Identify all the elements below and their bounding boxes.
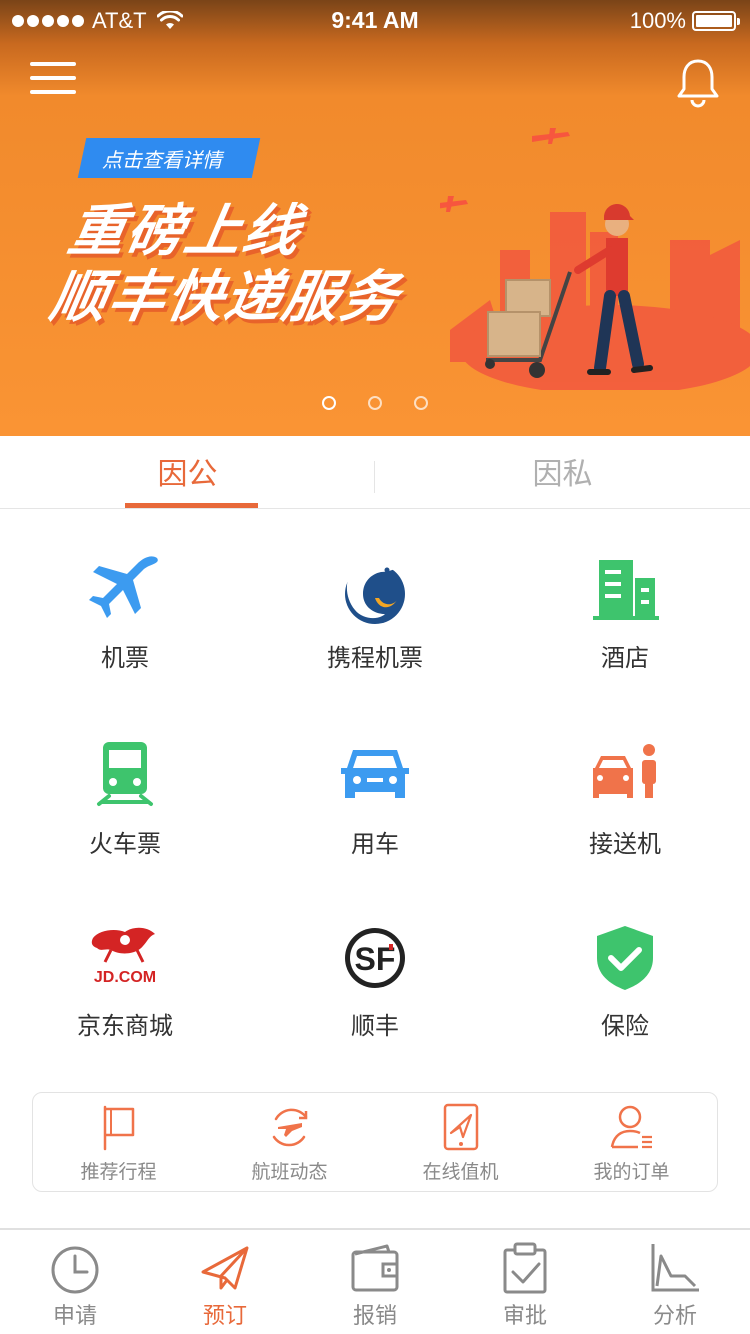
service-label: 酒店 bbox=[601, 644, 649, 672]
my-orders-icon bbox=[610, 1105, 652, 1149]
tab-business[interactable]: 因公 bbox=[0, 436, 375, 508]
service-label: 机票 bbox=[101, 644, 149, 672]
active-tab-indicator bbox=[125, 503, 258, 508]
shield-check-icon bbox=[597, 926, 653, 990]
service-hotel[interactable]: 酒店 bbox=[500, 552, 750, 712]
battery-percent: 100% bbox=[629, 8, 686, 33]
clipboard-check-icon bbox=[503, 1242, 547, 1294]
service-jd[interactable]: JD.COM 京东商城 bbox=[0, 922, 250, 1082]
quick-flight-status[interactable]: 航班动态 bbox=[204, 1093, 375, 1193]
status-bar: AT&T 9:41 AM 100% bbox=[0, 0, 750, 40]
service-label: 京东商城 bbox=[77, 1012, 173, 1040]
chart-icon bbox=[651, 1244, 699, 1292]
quick-actions-bar: 推荐行程 航班动态 在线值机 我的订单 bbox=[32, 1092, 718, 1192]
quick-label: 在线值机 bbox=[422, 1161, 499, 1183]
online-checkin-icon bbox=[443, 1103, 479, 1151]
tab-book[interactable]: 预订 bbox=[150, 1230, 300, 1334]
service-label: 顺丰 bbox=[351, 1012, 399, 1040]
pagination-dot[interactable] bbox=[368, 396, 382, 410]
notification-bell-icon[interactable] bbox=[674, 57, 722, 109]
car-icon bbox=[341, 750, 409, 798]
tab-label: 分析 bbox=[652, 1304, 697, 1329]
quick-online-checkin[interactable]: 在线值机 bbox=[375, 1093, 546, 1193]
pickup-car-person-icon bbox=[593, 744, 656, 798]
quick-my-orders[interactable]: 我的订单 bbox=[546, 1093, 717, 1193]
pagination-dot[interactable] bbox=[322, 396, 336, 410]
wallet-icon bbox=[351, 1244, 399, 1292]
tab-analysis[interactable]: 分析 bbox=[600, 1230, 750, 1334]
tab-label: 预订 bbox=[202, 1304, 247, 1329]
quick-label: 航班动态 bbox=[251, 1161, 328, 1183]
banner-pagination bbox=[0, 396, 750, 410]
header-banner: AT&T 9:41 AM 100% 点击查看详情 重磅上线 顺丰快递服务 bbox=[0, 0, 750, 436]
quick-recommended-trips[interactable]: 推荐行程 bbox=[33, 1093, 204, 1193]
service-sf-express[interactable]: SF 顺丰 bbox=[250, 922, 500, 1082]
paper-plane-icon bbox=[201, 1246, 249, 1290]
menu-button[interactable] bbox=[30, 62, 76, 98]
courier-illustration bbox=[440, 128, 750, 390]
quick-label: 我的订单 bbox=[593, 1161, 670, 1183]
train-icon bbox=[97, 742, 153, 806]
tab-reimburse[interactable]: 报销 bbox=[300, 1230, 450, 1334]
service-train[interactable]: 火车票 bbox=[0, 738, 250, 898]
banner-headline-2: 顺丰快递服务 bbox=[45, 265, 405, 330]
tab-personal[interactable]: 因私 bbox=[375, 436, 750, 508]
tab-apply[interactable]: 申请 bbox=[0, 1230, 150, 1334]
service-car[interactable]: 用车 bbox=[250, 738, 500, 898]
ctrip-dolphin-icon bbox=[345, 560, 405, 624]
clock-icon bbox=[51, 1246, 99, 1294]
hotel-building-icon bbox=[593, 560, 659, 620]
menu-icon bbox=[30, 62, 76, 66]
service-label: 保险 bbox=[601, 1012, 649, 1040]
bottom-tab-bar: 申请 预订 报销 审批 分析 bbox=[0, 1228, 750, 1334]
trip-type-tabs: 因公 因私 bbox=[0, 436, 750, 509]
jd-logo-text: JD.COM bbox=[94, 969, 156, 986]
banner-tag[interactable]: 点击查看详情 bbox=[102, 144, 222, 173]
service-label: 用车 bbox=[351, 830, 399, 858]
service-airport-transfer[interactable]: 接送机 bbox=[500, 738, 750, 898]
service-flight[interactable]: 机票 bbox=[0, 552, 250, 712]
tab-label: 审批 bbox=[502, 1304, 547, 1329]
service-label: 携程机票 bbox=[327, 644, 423, 672]
service-insurance[interactable]: 保险 bbox=[500, 922, 750, 1082]
service-label: 接送机 bbox=[589, 830, 661, 858]
tab-label: 申请 bbox=[52, 1304, 97, 1329]
battery-icon bbox=[692, 11, 740, 31]
pagination-dot[interactable] bbox=[414, 396, 428, 410]
service-label: 火车票 bbox=[89, 830, 161, 858]
sf-logo-icon: SF bbox=[345, 928, 405, 988]
airplane-icon bbox=[89, 556, 158, 618]
tab-approve[interactable]: 审批 bbox=[450, 1230, 600, 1334]
quick-label: 推荐行程 bbox=[80, 1161, 157, 1183]
tab-label: 报销 bbox=[352, 1304, 397, 1329]
jd-logo-icon: JD.COM bbox=[91, 927, 156, 986]
flight-status-icon bbox=[272, 1108, 308, 1147]
flag-icon bbox=[103, 1105, 135, 1151]
service-ctrip-flight[interactable]: 携程机票 bbox=[250, 552, 500, 712]
